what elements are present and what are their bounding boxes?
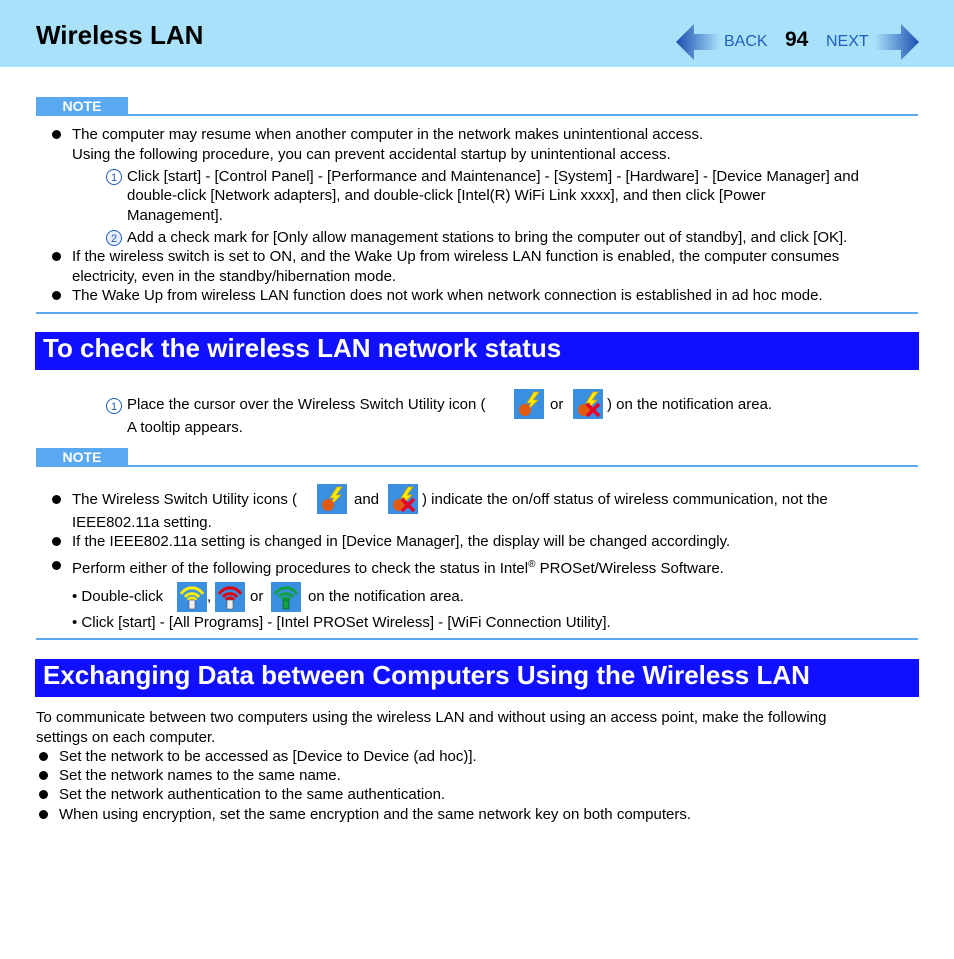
next-link[interactable]: NEXT <box>826 33 869 51</box>
page-header: Wireless LAN BACK 94 NEXT <box>0 0 954 67</box>
wireless-switch-off-icon <box>573 389 603 419</box>
note-text: Perform either of the following procedur… <box>72 555 724 578</box>
list-item: Set the network authentication to the sa… <box>59 786 446 803</box>
note-text: Using the following procedure, you can p… <box>72 146 671 163</box>
step-number-icon: 1 <box>106 168 122 185</box>
back-arrow-icon <box>676 24 720 60</box>
note-text-part: PROSet/Wireless Software. <box>535 560 724 577</box>
proset-signal-red-icon <box>215 582 245 612</box>
wireless-switch-on-icon <box>317 484 347 514</box>
back-link[interactable]: BACK <box>724 33 768 51</box>
note-text: If the IEEE802.11a setting is changed in… <box>72 533 731 550</box>
step-text: Management]. <box>127 207 223 224</box>
bullet-icon <box>52 495 61 504</box>
note-text: ) indicate the on/off status of wireless… <box>422 491 828 508</box>
note-divider <box>36 114 918 116</box>
sub-item-text: or <box>250 588 264 605</box>
sub-item-text: , <box>207 588 212 605</box>
sub-item-text: • Click [start] - [All Programs] - [Inte… <box>72 614 611 631</box>
step-number-icon: 1 <box>106 397 122 414</box>
sub-item-text: • Double-click <box>72 588 164 605</box>
section-divider <box>36 638 918 640</box>
step-text: or <box>550 396 564 413</box>
note-text: The Wireless Switch Utility icons ( <box>72 491 298 508</box>
bullet-icon <box>52 252 61 261</box>
list-item: Set the network to be accessed as [Devic… <box>59 748 477 765</box>
wireless-switch-off-icon <box>388 484 418 514</box>
note-text: The computer may resume when another com… <box>72 126 704 143</box>
bullet-icon <box>39 771 48 780</box>
step-text: Click [start] - [Control Panel] - [Perfo… <box>127 168 859 185</box>
bullet-icon <box>52 537 61 546</box>
note-text: electricity, even in the standby/hiberna… <box>72 268 397 285</box>
bullet-icon <box>52 291 61 300</box>
note-label: NOTE <box>36 97 128 115</box>
next-button[interactable]: NEXT <box>826 24 919 60</box>
back-button[interactable]: BACK <box>676 24 768 60</box>
step-text: double-click [Network adapters], and dou… <box>127 187 766 204</box>
bullet-icon <box>52 130 61 139</box>
note-text: IEEE802.11a setting. <box>72 514 212 531</box>
list-item: When using encryption, set the same encr… <box>59 806 692 823</box>
bullet-icon <box>52 561 61 570</box>
proset-signal-green-icon <box>271 582 301 612</box>
bullet-icon <box>39 810 48 819</box>
step-text: A tooltip appears. <box>127 419 243 436</box>
note-text: The Wake Up from wireless LAN function d… <box>72 287 823 304</box>
step-text: ) on the notification area. <box>607 396 773 413</box>
section-heading: To check the wireless LAN network status <box>35 332 919 370</box>
section-heading: Exchanging Data between Computers Using … <box>35 659 919 697</box>
list-item: Set the network names to the same name. <box>59 767 341 784</box>
note-text: and <box>354 491 380 508</box>
note-divider <box>36 465 918 467</box>
note-label: NOTE <box>36 448 128 466</box>
bullet-icon <box>39 752 48 761</box>
step-number-icon: 2 <box>106 229 122 246</box>
proset-signal-yellow-icon <box>177 582 207 612</box>
wireless-switch-on-icon <box>514 389 544 419</box>
body-text: To communicate between two computers usi… <box>36 709 827 726</box>
note-text-part: Perform either of the following procedur… <box>72 560 529 577</box>
note-text: If the wireless switch is set to ON, and… <box>72 248 840 265</box>
step-text: Place the cursor over the Wireless Switc… <box>127 396 486 413</box>
step-text: Add a check mark for [Only allow managem… <box>127 229 848 246</box>
page-number: 94 <box>785 28 809 51</box>
next-arrow-icon <box>874 24 919 60</box>
page-title: Wireless LAN <box>36 20 204 50</box>
bullet-icon <box>39 790 48 799</box>
body-text: settings on each computer. <box>36 729 216 746</box>
sub-item-text: on the notification area. <box>308 588 464 605</box>
section-divider <box>36 312 918 314</box>
